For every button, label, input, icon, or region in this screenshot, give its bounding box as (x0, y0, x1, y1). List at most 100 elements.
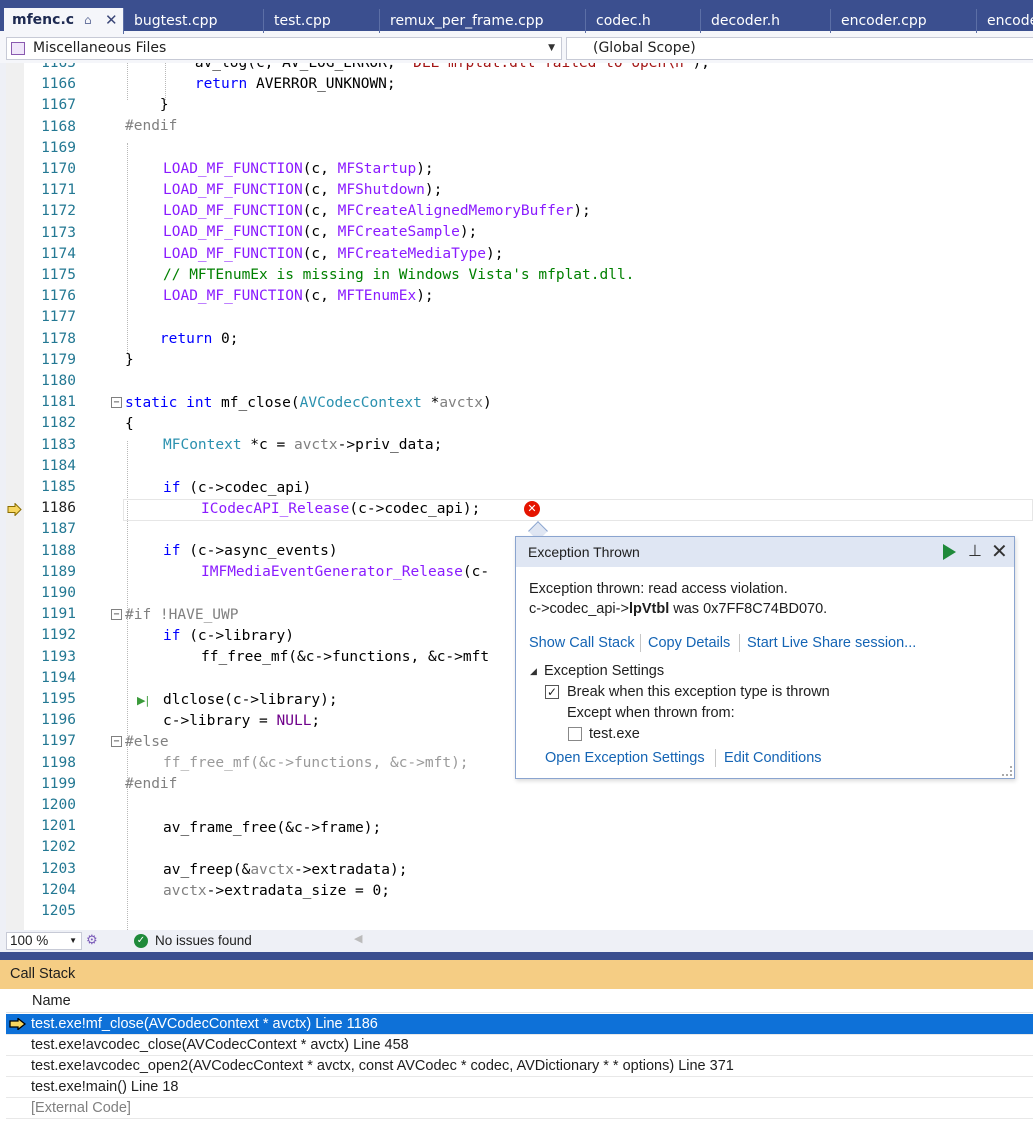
code-line-1171: LOAD_MF_FUNCTION(c, MFShutdown); (163, 182, 443, 198)
code-line-1191: #if !HAVE_UWP (125, 607, 239, 623)
continue-icon[interactable] (943, 544, 956, 560)
line-number: 1184 (41, 457, 76, 474)
tab-bugtest-cpp[interactable]: bugtest.cpp (124, 9, 264, 33)
column-header-name[interactable]: Name (6, 989, 1033, 1013)
tab-encode-truncated[interactable]: encode (977, 9, 1033, 33)
tab-label: encoder.cpp (841, 13, 927, 29)
tab-encoder-cpp[interactable]: encoder.cpp (831, 9, 977, 33)
tab-test-cpp[interactable]: test.cpp (264, 9, 380, 33)
code-line-1168: #endif (125, 118, 178, 134)
code-line-1188: if (c->async_events) (163, 543, 338, 559)
collapse-toggle[interactable]: − (111, 609, 122, 620)
code-line-1196: c->library = NULL; (163, 713, 321, 729)
chevron-down-icon: ▼ (548, 43, 555, 53)
line-number: 1193 (41, 648, 76, 665)
collapse-toggle[interactable]: − (111, 736, 122, 747)
link-separator (640, 634, 641, 652)
line-number: 1203 (41, 860, 76, 877)
copy-details-link[interactable]: Copy Details (648, 635, 730, 651)
tab-label: test.cpp (274, 13, 331, 29)
close-icon[interactable]: ✕ (991, 539, 1008, 563)
tab-codec-h[interactable]: codec.h (586, 9, 701, 33)
open-exception-settings-link[interactable]: Open Exception Settings (545, 750, 705, 766)
call-stack-header: Call Stack (0, 960, 1033, 989)
tab-mfenc-c[interactable]: mfenc.c ⌂ ✕ (4, 8, 124, 34)
expand-triangle-icon[interactable]: ◢ (530, 667, 537, 677)
popup-header: Exception Thrown ⊥ ✕ (516, 537, 1014, 567)
collapse-toggle[interactable]: − (111, 397, 122, 408)
call-stack-row[interactable]: test.exe!avcodec_close(AVCodecContext * … (6, 1035, 1033, 1056)
zoom-dropdown[interactable]: 100 % ▼ (6, 932, 82, 950)
line-number: 1191 (41, 606, 76, 623)
pin-icon[interactable]: ⊥ (968, 541, 982, 560)
code-line-1192: if (c->library) (163, 628, 294, 644)
call-stack-title: Call Stack (10, 966, 76, 982)
scroll-left-icon[interactable]: ◀ (354, 932, 362, 945)
link-separator (715, 749, 716, 767)
exception-message: Exception thrown: read access violation. (529, 581, 788, 597)
tab-label: remux_per_frame.cpp (390, 13, 544, 29)
code-line-1198: ff_free_mf(&c->functions, &c->mft); (163, 755, 469, 771)
breakpoint-gutter[interactable] (6, 63, 24, 930)
resize-grip-icon[interactable] (1002, 766, 1012, 776)
project-dropdown[interactable]: Miscellaneous Files ▼ (6, 37, 562, 60)
line-number: 1201 (41, 818, 76, 835)
line-number: 1187 (41, 521, 76, 538)
line-number: 1175 (41, 267, 76, 283)
misc-files-icon (11, 42, 25, 55)
code-editor[interactable]: 1165 1166 1167 1168 1169 1170 1171 1172 1173 1174… (0, 63, 1033, 930)
intellicode-icon[interactable]: ⚙ (86, 932, 98, 948)
indent-guide (127, 143, 128, 353)
tab-decoder-h[interactable]: decoder.h (701, 9, 831, 33)
tab-label: decoder.h (711, 13, 781, 29)
code-line-1204: avctx->extradata_size = 0; (163, 883, 390, 899)
module-checkbox[interactable] (568, 727, 582, 741)
line-number: 1190 (41, 585, 76, 601)
code-line-1178: return 0; (159, 331, 239, 347)
scope-dropdown[interactable]: (Global Scope) (566, 37, 1033, 60)
call-stack-row[interactable]: test.exe!avcodec_open2(AVCodecContext * … (6, 1056, 1033, 1077)
chevron-down-icon: ▼ (69, 936, 77, 945)
call-stack-row[interactable]: test.exe!main() Line 18 (6, 1077, 1033, 1098)
call-stack-panel: Call Stack Name test.exe!mf_close(AVCode… (0, 960, 1033, 1148)
code-line-1181: static int mf_close(AVCodecContext *avct… (125, 395, 492, 411)
run-to-click-icon[interactable]: ▶| (137, 694, 149, 707)
line-number: 1173 (41, 224, 76, 241)
live-share-link[interactable]: Start Live Share session... (747, 635, 916, 651)
code-line-1170: LOAD_MF_FUNCTION(c, MFStartup); (163, 161, 434, 177)
tab-remux-per-frame-cpp[interactable]: remux_per_frame.cpp (380, 9, 586, 33)
popup-title: Exception Thrown (528, 544, 640, 560)
call-stack-row[interactable]: test.exe!mf_close(AVCodecContext * avctx… (6, 1014, 1033, 1035)
document-tab-strip: mfenc.c ⌂ ✕ bugtest.cpp test.cpp remux_p… (0, 0, 1033, 34)
pin-icon[interactable]: ⌂ (84, 8, 92, 32)
line-number: 1180 (41, 373, 76, 389)
link-separator (739, 634, 740, 652)
close-icon[interactable]: ✕ (105, 8, 118, 32)
panel-splitter[interactable] (0, 952, 1033, 960)
call-stack-row[interactable]: [External Code] (6, 1098, 1033, 1119)
tab-label: bugtest.cpp (134, 13, 218, 29)
code-line-1193: ff_free_mf(&c->functions, &c->mft (201, 649, 490, 665)
column-label: Name (32, 993, 71, 1009)
line-number: 1198 (41, 754, 76, 771)
code-line-1173: LOAD_MF_FUNCTION(c, MFCreateSample); (163, 224, 478, 240)
navigation-bar: Miscellaneous Files ▼ (Global Scope) (0, 34, 1033, 63)
issues-status[interactable]: No issues found (155, 933, 252, 948)
line-number: 1200 (41, 797, 76, 813)
line-number: 1196 (41, 712, 76, 729)
code-line-1176: LOAD_MF_FUNCTION(c, MFTEnumEx); (163, 288, 434, 304)
show-call-stack-link[interactable]: Show Call Stack (529, 635, 635, 651)
code-line-1189: IMFMediaEventGenerator_Release(c- (201, 564, 490, 580)
line-number: 1185 (41, 479, 76, 495)
tab-label: codec.h (596, 13, 651, 29)
line-number: 1179 (41, 351, 76, 368)
line-number: 1195 (41, 691, 76, 707)
line-number: 1171 (41, 182, 76, 199)
break-when-thrown-checkbox[interactable]: ✓ (545, 685, 559, 699)
exception-settings-header[interactable]: Exception Settings (544, 663, 664, 679)
edit-conditions-link[interactable]: Edit Conditions (724, 750, 822, 766)
error-icon[interactable]: ✕ (524, 501, 540, 517)
line-number: 1181 (41, 394, 76, 411)
line-number: 1169 (41, 139, 76, 156)
code-line-1166: return AVERROR_UNKNOWN; (194, 76, 396, 92)
